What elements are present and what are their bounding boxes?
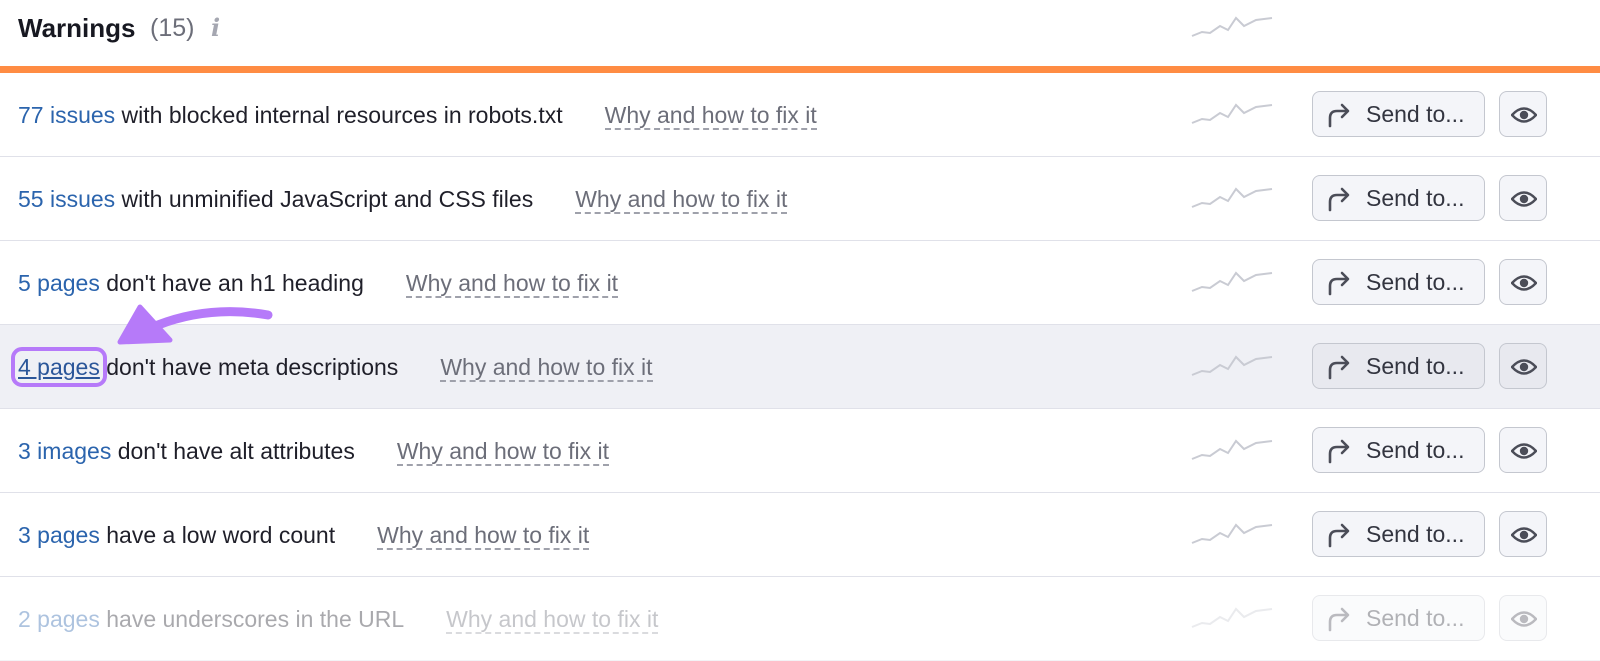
why-fix-link[interactable]: Why and how to fix it: [440, 354, 653, 382]
issue-text: don't have meta descriptions: [99, 354, 399, 380]
why-fix-link[interactable]: Why and how to fix it: [604, 102, 817, 130]
issue-description: 3 pages have a low word count Why and how…: [18, 518, 590, 552]
warning-row: 77 issues with blocked internal resource…: [0, 73, 1600, 157]
send-to-label: Send to...: [1366, 269, 1465, 295]
sparkline-icon: [1191, 355, 1273, 376]
warning-row: 55 issues with unminified JavaScript and…: [0, 157, 1600, 241]
send-to-button[interactable]: Send to...: [1312, 91, 1485, 137]
send-to-label: Send to...: [1366, 185, 1465, 211]
sparkline-icon: [1191, 16, 1273, 37]
sparkline-icon: [1191, 523, 1273, 544]
why-fix-link[interactable]: Why and how to fix it: [377, 522, 590, 550]
warning-row: 3 images don't have alt attributes Why an…: [0, 409, 1600, 493]
warning-row-highlighted: 4 pages don't have meta descriptions Why …: [0, 325, 1600, 409]
send-to-button[interactable]: Send to...: [1312, 175, 1485, 221]
sparkline-icon: [1191, 103, 1273, 124]
eye-icon: [1511, 191, 1537, 207]
issue-description: 3 images don't have alt attributes Why an…: [18, 434, 610, 468]
send-to-label: Send to...: [1366, 437, 1465, 463]
sparkline-icon: [1191, 271, 1273, 292]
warnings-count: (15): [150, 14, 195, 42]
issue-text: don't have alt attributes: [111, 438, 355, 464]
sparkline-icon: [1191, 439, 1273, 460]
share-arrow-icon: [1328, 103, 1350, 128]
warning-row: 3 pages have a low word count Why and how…: [0, 493, 1600, 577]
accent-bar: [0, 66, 1600, 73]
issue-text: have a low word count: [99, 522, 336, 548]
view-button[interactable]: [1499, 427, 1547, 473]
why-fix-link[interactable]: Why and how to fix it: [446, 606, 659, 634]
eye-icon: [1511, 107, 1537, 123]
send-to-button[interactable]: Send to...: [1312, 595, 1485, 641]
issue-description: 5 pages don't have an h1 heading Why and …: [18, 266, 619, 300]
eye-icon: [1511, 275, 1537, 291]
send-to-label: Send to...: [1366, 521, 1465, 547]
view-button[interactable]: [1499, 175, 1547, 221]
warning-row: 5 pages don't have an h1 heading Why and …: [0, 241, 1600, 325]
share-arrow-icon: [1328, 439, 1350, 464]
warning-row: 2 pages have underscores in the URL Why a…: [0, 577, 1600, 661]
send-to-button[interactable]: Send to...: [1312, 511, 1485, 557]
issue-description: 2 pages have underscores in the URL Why a…: [18, 602, 659, 636]
issue-description: 77 issues with blocked internal resource…: [18, 98, 817, 132]
send-to-button[interactable]: Send to...: [1312, 259, 1485, 305]
view-button[interactable]: [1499, 595, 1547, 641]
issue-count-link[interactable]: 2 pages: [18, 606, 100, 632]
send-to-label: Send to...: [1366, 101, 1465, 127]
why-fix-link[interactable]: Why and how to fix it: [405, 270, 619, 298]
why-fix-link[interactable]: Why and how to fix it: [396, 438, 610, 466]
issue-text: with unminified JavaScript and CSS files: [115, 186, 534, 212]
send-to-label: Send to...: [1366, 605, 1465, 631]
share-arrow-icon: [1328, 271, 1350, 296]
warnings-header: Warnings (15) i: [0, 0, 1600, 67]
issue-count-link[interactable]: 3 images: [18, 438, 111, 464]
section-title: Warnings: [18, 13, 136, 43]
issue-text: have underscores in the URL: [99, 606, 405, 632]
eye-icon: [1511, 443, 1537, 459]
issue-count-link[interactable]: 55 issues: [18, 186, 115, 212]
send-to-label: Send to...: [1366, 353, 1465, 379]
share-arrow-icon: [1328, 355, 1350, 380]
sparkline-icon: [1191, 607, 1273, 628]
why-fix-link[interactable]: Why and how to fix it: [575, 186, 788, 214]
share-arrow-icon: [1328, 607, 1350, 632]
issue-count-link[interactable]: 5 pages: [18, 270, 100, 296]
send-to-button[interactable]: Send to...: [1312, 427, 1485, 473]
send-to-button[interactable]: Send to...: [1312, 343, 1485, 389]
eye-icon: [1511, 527, 1537, 543]
warnings-list: 77 issues with blocked internal resource…: [0, 73, 1600, 661]
issue-text: don't have an h1 heading: [99, 270, 364, 296]
issue-description: 55 issues with unminified JavaScript and…: [18, 182, 788, 216]
view-button[interactable]: [1499, 343, 1547, 389]
info-icon[interactable]: i: [211, 12, 220, 44]
issue-count-link[interactable]: 77 issues: [18, 102, 115, 128]
view-button[interactable]: [1499, 259, 1547, 305]
eye-icon: [1511, 611, 1537, 627]
issue-text: with blocked internal resources in robot…: [115, 102, 563, 128]
sparkline-icon: [1191, 187, 1273, 208]
issue-count-link[interactable]: 4 pages: [11, 347, 107, 387]
eye-icon: [1511, 359, 1537, 375]
share-arrow-icon: [1328, 523, 1350, 548]
view-button[interactable]: [1499, 91, 1547, 137]
share-arrow-icon: [1328, 187, 1350, 212]
issue-description: 4 pages don't have meta descriptions Why …: [11, 347, 653, 387]
issue-count-link[interactable]: 3 pages: [18, 522, 100, 548]
view-button[interactable]: [1499, 511, 1547, 557]
